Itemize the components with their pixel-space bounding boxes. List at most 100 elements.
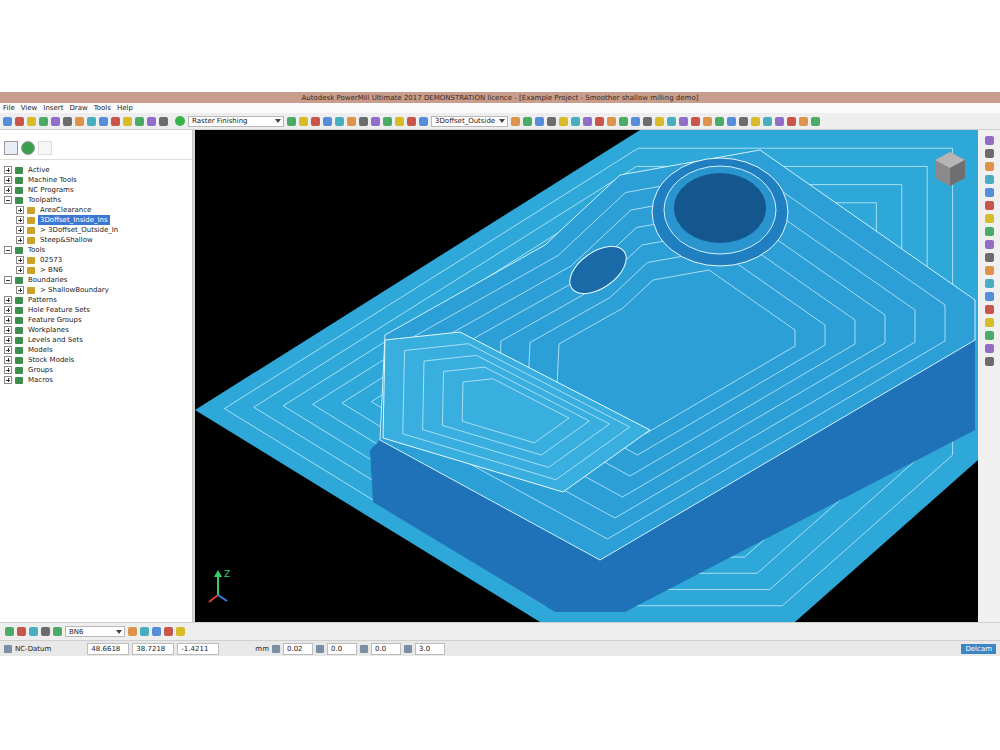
expander-icon[interactable] (4, 366, 12, 374)
tool-icon[interactable] (511, 117, 520, 126)
tool-icon[interactable] (164, 627, 173, 636)
tool-icon[interactable] (787, 117, 796, 126)
expander-icon[interactable] (16, 236, 24, 244)
view-icon[interactable] (985, 331, 994, 340)
tool-icon[interactable] (775, 117, 784, 126)
menu-item[interactable]: Insert (43, 103, 63, 113)
view-icon[interactable] (985, 149, 994, 158)
view-icon[interactable] (985, 201, 994, 210)
expander-icon[interactable] (4, 346, 12, 354)
view-icon[interactable] (985, 266, 994, 275)
tool-icon[interactable] (5, 627, 14, 636)
explorer-tab-icon[interactable] (4, 141, 18, 155)
tool-icon[interactable] (619, 117, 628, 126)
tool-icon[interactable] (595, 117, 604, 126)
tool-icon[interactable] (15, 117, 24, 126)
menu-item[interactable]: Tools (94, 103, 111, 113)
tool-icon[interactable] (691, 117, 700, 126)
tool-icon[interactable] (111, 117, 120, 126)
tool-icon[interactable] (75, 117, 84, 126)
tool-icon[interactable] (347, 117, 356, 126)
tool-icon[interactable] (727, 117, 736, 126)
view-icon[interactable] (985, 136, 994, 145)
expander-icon[interactable] (4, 316, 12, 324)
tool-icon[interactable] (407, 117, 416, 126)
expander-icon[interactable] (16, 216, 24, 224)
tool-icon[interactable] (643, 117, 652, 126)
expander-icon[interactable] (4, 186, 12, 194)
tool-icon[interactable] (419, 117, 428, 126)
tool-icon[interactable] (655, 117, 664, 126)
tool-icon[interactable] (631, 117, 640, 126)
view-icon[interactable] (985, 214, 994, 223)
view-icon[interactable] (985, 344, 994, 353)
tool-icon[interactable] (63, 117, 72, 126)
tree-item[interactable]: > ShallowBoundary (0, 285, 192, 295)
tool-icon[interactable] (123, 117, 132, 126)
strategy-dropdown[interactable]: Raster Finishing (188, 116, 284, 127)
tool-icon[interactable] (41, 627, 50, 636)
stepover-field[interactable]: 3.0 (415, 643, 445, 655)
expander-icon[interactable] (4, 376, 12, 384)
3d-viewport[interactable]: Z (195, 130, 978, 622)
expander-icon[interactable] (16, 286, 24, 294)
expander-icon[interactable] (16, 206, 24, 214)
model-view[interactable]: Z (195, 130, 978, 622)
tool-icon[interactable] (323, 117, 332, 126)
tree-item[interactable]: Groups (0, 365, 192, 375)
menu-item[interactable]: File (3, 103, 15, 113)
tool-icon[interactable] (335, 117, 344, 126)
tool-icon[interactable] (679, 117, 688, 126)
tool-icon[interactable] (152, 627, 161, 636)
tree-item[interactable]: Feature Groups (0, 315, 192, 325)
tool-icon[interactable] (607, 117, 616, 126)
view-icon[interactable] (985, 305, 994, 314)
delcam-logo[interactable]: Delcam (961, 644, 996, 654)
tree-item[interactable]: > BN6 (0, 265, 192, 275)
tool-icon[interactable] (140, 627, 149, 636)
view-icon[interactable] (985, 279, 994, 288)
tree-item[interactable]: Patterns (0, 295, 192, 305)
tree-item[interactable]: Models (0, 345, 192, 355)
tree-item[interactable]: Machine Tools (0, 175, 192, 185)
expander-icon[interactable] (4, 246, 12, 254)
view-icon[interactable] (985, 227, 994, 236)
view-icon[interactable] (985, 240, 994, 249)
expander-icon[interactable] (16, 226, 24, 234)
expander-icon[interactable] (4, 276, 12, 284)
axial-field[interactable]: 0.0 (371, 643, 401, 655)
tool-icon[interactable] (715, 117, 724, 126)
view-icon[interactable] (985, 253, 994, 262)
tool-icon[interactable] (583, 117, 592, 126)
expander-icon[interactable] (4, 196, 12, 204)
tool-icon[interactable] (535, 117, 544, 126)
tool-icon[interactable] (799, 117, 808, 126)
tree-item[interactable]: 02573 (0, 255, 192, 265)
menu-item[interactable]: Draw (69, 103, 87, 113)
tool-icon[interactable] (53, 627, 62, 636)
menu-item[interactable]: View (21, 103, 38, 113)
tool-icon[interactable] (128, 627, 137, 636)
view-icon[interactable] (985, 292, 994, 301)
tool-icon[interactable] (559, 117, 568, 126)
explorer-tab-icon[interactable] (38, 141, 52, 155)
tool-icon[interactable] (359, 117, 368, 126)
tree-item[interactable]: Boundaries (0, 275, 192, 285)
tree-item[interactable]: Stock Models (0, 355, 192, 365)
expander-icon[interactable] (4, 306, 12, 314)
expander-icon[interactable] (4, 336, 12, 344)
expander-icon[interactable] (4, 166, 12, 174)
tool-icon[interactable] (763, 117, 772, 126)
tool-icon[interactable] (523, 117, 532, 126)
view-icon[interactable] (985, 162, 994, 171)
tree-item[interactable]: Levels and Sets (0, 335, 192, 345)
tool-icon[interactable] (159, 117, 168, 126)
view-icon[interactable] (985, 357, 994, 366)
expander-icon[interactable] (4, 356, 12, 364)
tree-item[interactable]: Active (0, 165, 192, 175)
tree-item[interactable]: Steep&Shallow (0, 235, 192, 245)
explorer-tab-icon[interactable] (21, 141, 35, 155)
tool-icon[interactable] (383, 117, 392, 126)
tool-icon[interactable] (39, 117, 48, 126)
tool-icon[interactable] (99, 117, 108, 126)
